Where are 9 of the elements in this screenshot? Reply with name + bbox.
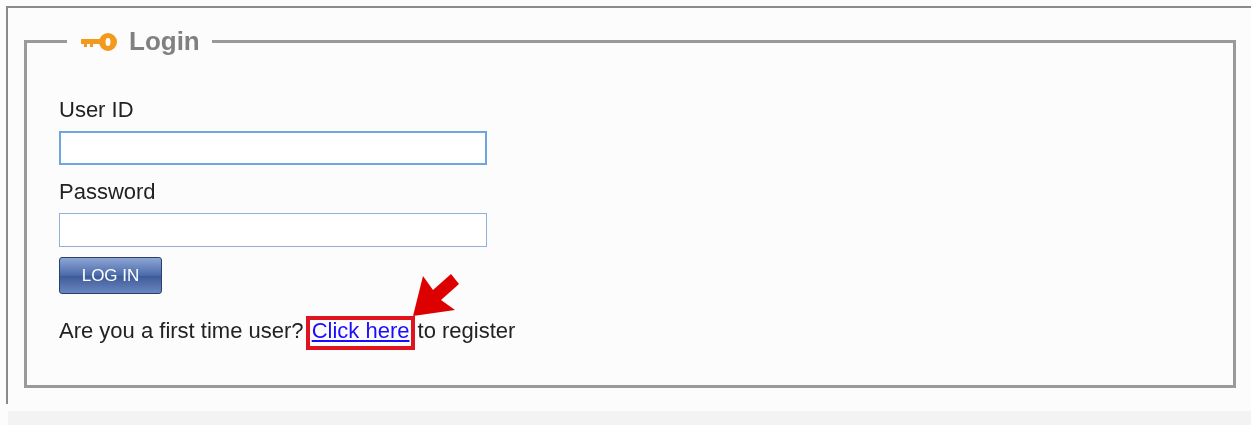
register-prompt: Are you a first time user? Click here to register [59, 318, 516, 344]
input-field[interactable] [59, 131, 487, 165]
key-icon [81, 30, 117, 53]
field-label: User ID [59, 97, 134, 123]
register-link[interactable]: Click here [309, 318, 412, 343]
field-label: Password [59, 179, 156, 205]
login-button[interactable]: LOG IN [59, 257, 162, 294]
input-field[interactable] [59, 213, 487, 247]
panel-title: Login [129, 26, 200, 57]
